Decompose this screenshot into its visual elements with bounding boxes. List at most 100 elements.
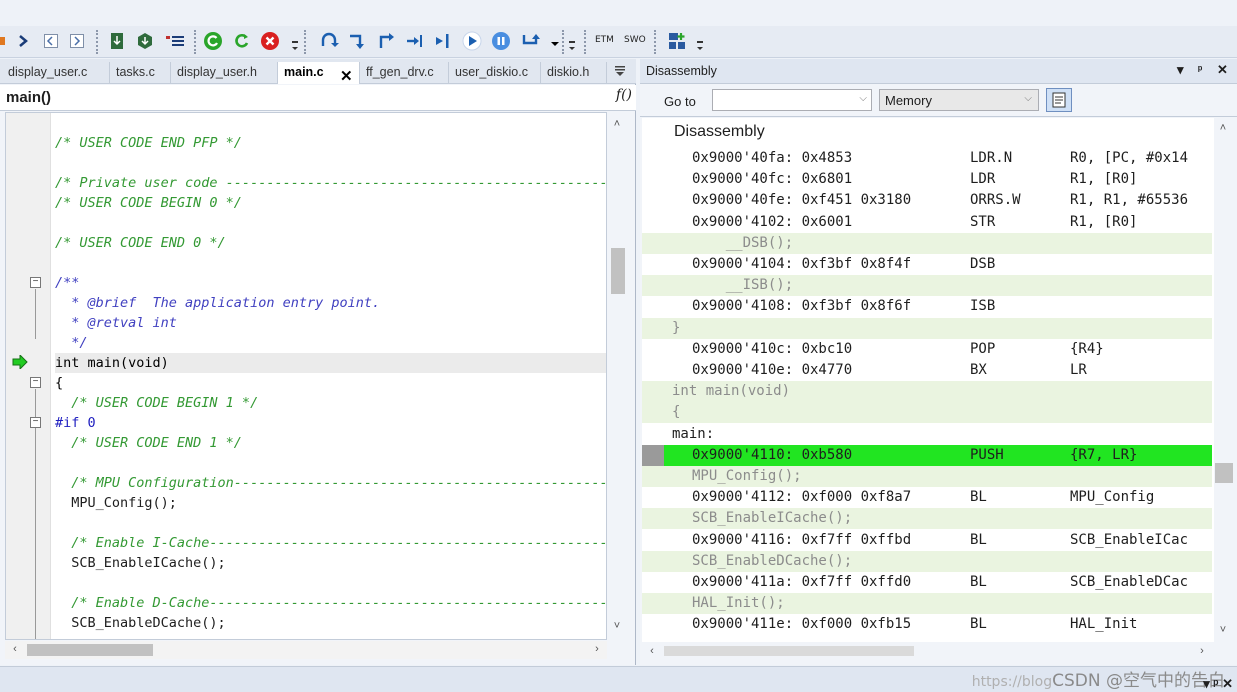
window-layout-icon[interactable] xyxy=(666,30,688,52)
swo-button[interactable]: SWO xyxy=(624,35,646,45)
source-line[interactable]: __DSB(); xyxy=(642,232,1212,254)
chevron-down-icon[interactable]: ⌵ xyxy=(859,93,867,104)
step-next-icon[interactable] xyxy=(12,30,34,52)
instruction-row[interactable]: 0x9000'4108: 0xf3bf 0x8f6f ISB xyxy=(642,296,1212,317)
goto-address-input[interactable]: ⌵ xyxy=(712,89,872,111)
fold-toggle-icon[interactable]: − xyxy=(30,277,41,288)
instruction-row[interactable]: 0x9000'40fc: 0x6801 LDR R1, [R0] xyxy=(642,169,1212,190)
current-function-name[interactable]: main() xyxy=(6,89,51,106)
tab-diskio-h[interactable]: diskio.h xyxy=(541,62,607,84)
next-bookmark-icon[interactable] xyxy=(66,30,88,52)
step-out-icon[interactable] xyxy=(375,30,397,52)
code-line[interactable]: /* Private user code -------------------… xyxy=(55,173,606,193)
code-line[interactable]: /* Enable I-Cache-----------------------… xyxy=(55,533,606,553)
run-to-cursor-icon[interactable] xyxy=(404,30,426,52)
function-navigation-bar[interactable]: main() f() xyxy=(0,85,636,111)
etm-button[interactable]: ETM xyxy=(595,35,614,45)
source-line[interactable]: HAL_Init(); xyxy=(642,593,1212,615)
source-line[interactable]: MPU_Config(); xyxy=(642,466,1212,487)
scroll-thumb[interactable] xyxy=(1215,463,1233,483)
code-line[interactable]: int main(void) xyxy=(55,353,606,373)
code-line[interactable]: /* USER CODE END 0 */ xyxy=(55,233,226,253)
fold-toggle-icon[interactable]: − xyxy=(30,377,41,388)
chevron-down-icon[interactable] xyxy=(697,40,703,50)
memory-select[interactable]: Memory ⌵ xyxy=(879,89,1039,111)
prev-bookmark-icon[interactable] xyxy=(40,30,62,52)
scroll-left-icon[interactable]: ‹ xyxy=(7,643,23,655)
code-line[interactable]: /* USER CODE END 1 */ xyxy=(55,433,242,453)
scroll-right-icon[interactable]: › xyxy=(589,643,605,655)
pane-menu-icon[interactable]: ▾ xyxy=(1177,62,1184,78)
disassembly-horizontal-scrollbar[interactable]: ‹ › xyxy=(642,643,1214,661)
scroll-up-icon[interactable]: ˄ xyxy=(1215,122,1231,134)
panel-controls[interactable]: ▾ ᵖ ✕ xyxy=(1203,676,1233,692)
chevron-down-icon[interactable] xyxy=(569,40,575,50)
current-instruction-row[interactable]: 0x9000'4110: 0xb580 PUSH {R7, LR} xyxy=(642,444,1212,466)
erase-icon[interactable] xyxy=(134,30,156,52)
code-line[interactable]: /* USER CODE BEGIN 0 */ xyxy=(55,193,242,213)
source-line[interactable]: SCB_EnableDCache(); xyxy=(642,550,1212,572)
reset-go-icon[interactable] xyxy=(202,30,224,52)
step-back-icon[interactable] xyxy=(520,30,542,52)
tab-display-user-c[interactable]: display_user.c xyxy=(2,62,110,84)
close-icon[interactable]: ✕ xyxy=(1217,62,1228,78)
show-next-statement-icon[interactable] xyxy=(432,30,454,52)
instruction-row[interactable]: 0x9000'410c: 0xbc10 POP {R4} xyxy=(642,339,1212,360)
source-line[interactable]: { xyxy=(642,402,1212,424)
fold-toggle-icon[interactable]: − xyxy=(30,417,41,428)
disassembly-listing[interactable]: Disassembly 0x9000'40fa: 0x4853 LDR.N R0, … xyxy=(642,118,1214,642)
code-line[interactable]: { xyxy=(55,373,63,393)
code-line[interactable]: SCB_EnableICache(); xyxy=(55,553,225,573)
instruction-row[interactable]: 0x9000'40fa: 0x4853 LDR.N R0, [PC, #0x14 xyxy=(642,148,1212,169)
source-line[interactable]: __ISB(); xyxy=(642,275,1212,297)
step-into-icon[interactable] xyxy=(346,30,368,52)
scroll-thumb[interactable] xyxy=(664,646,914,656)
view-options-icon[interactable] xyxy=(1046,88,1072,112)
scroll-right-icon[interactable]: › xyxy=(1194,645,1210,657)
code-line[interactable]: #if 0 xyxy=(55,413,96,433)
instruction-row[interactable]: 0x9000'411e: 0xf000 0xfb15 BL HAL_Init xyxy=(642,614,1212,635)
source-line[interactable]: } xyxy=(642,317,1212,339)
disassembly-vertical-scrollbar[interactable]: ˄ ˅ xyxy=(1215,118,1233,642)
tab-list-menu-icon[interactable] xyxy=(614,65,626,80)
reset-icon[interactable] xyxy=(231,30,253,52)
scroll-up-icon[interactable]: ˄ xyxy=(609,118,625,130)
chevron-down-icon[interactable] xyxy=(551,37,559,47)
instruction-row[interactable]: 0x9000'4112: 0xf000 0xf8a7 BL MPU_Config xyxy=(642,487,1212,508)
function-list-icon[interactable]: f() xyxy=(616,87,632,103)
scroll-thumb[interactable] xyxy=(27,644,153,656)
instruction-row[interactable]: 0x9000'4116: 0xf7ff 0xffbd BL SCB_EnableIC… xyxy=(642,530,1212,551)
scroll-thumb[interactable] xyxy=(611,248,625,294)
code-editor[interactable]: − − − /* USER CODE END PFP */ /* Private … xyxy=(5,112,607,640)
tab-tasks-c[interactable]: tasks.c xyxy=(110,62,171,84)
instruction-row[interactable]: 0x9000'4104: 0xf3bf 0x8f4f DSB xyxy=(642,254,1212,275)
step-over-icon[interactable] xyxy=(318,30,340,52)
code-line[interactable]: /* USER CODE END PFP */ xyxy=(55,133,242,153)
code-line[interactable]: MPU_Config(); xyxy=(55,493,177,513)
scroll-down-icon[interactable]: ˅ xyxy=(609,620,625,632)
source-line[interactable]: SCB_EnableICache(); xyxy=(642,508,1212,530)
chevron-down-icon[interactable]: ⌵ xyxy=(1024,93,1032,104)
scroll-down-icon[interactable]: ˅ xyxy=(1215,624,1231,636)
download-icon[interactable] xyxy=(106,30,128,52)
instruction-row[interactable]: 0x9000'411a: 0xf7ff 0xffd0 BL SCB_EnableDC… xyxy=(642,572,1212,593)
run-icon[interactable] xyxy=(461,30,483,52)
editor-outer-scrollbar[interactable]: ˄ ˅ xyxy=(609,112,627,640)
instruction-row[interactable]: 0x9000'40fe: 0xf451 0x3180 ORRS.W R1, R1, … xyxy=(642,190,1212,211)
scroll-left-icon[interactable]: ‹ xyxy=(644,645,660,657)
instruction-row[interactable]: 0x9000'410e: 0x4770 BX LR xyxy=(642,360,1212,381)
code-line[interactable]: /** xyxy=(55,273,79,293)
code-line[interactable]: * @brief The application entry point. xyxy=(55,293,380,313)
halt-icon[interactable] xyxy=(490,30,512,52)
code-line[interactable]: /* Enable D-Cache-----------------------… xyxy=(55,593,606,613)
tab-display-user-h[interactable]: display_user.h xyxy=(171,62,278,84)
code-line[interactable]: * @retval int xyxy=(55,313,177,333)
stop-icon[interactable] xyxy=(259,30,281,52)
source-line[interactable]: int main(void) xyxy=(642,381,1212,403)
tab-user-diskio-c[interactable]: user_diskio.c xyxy=(449,62,541,84)
editor-horizontal-scrollbar[interactable]: ‹ › xyxy=(5,641,607,659)
close-icon[interactable]: ✕ xyxy=(340,67,353,85)
chevron-down-icon[interactable] xyxy=(292,40,298,50)
code-line[interactable]: /* MPU Configuration--------------------… xyxy=(55,473,606,493)
instruction-row[interactable]: 0x9000'4102: 0x6001 STR R1, [R0] xyxy=(642,212,1212,233)
